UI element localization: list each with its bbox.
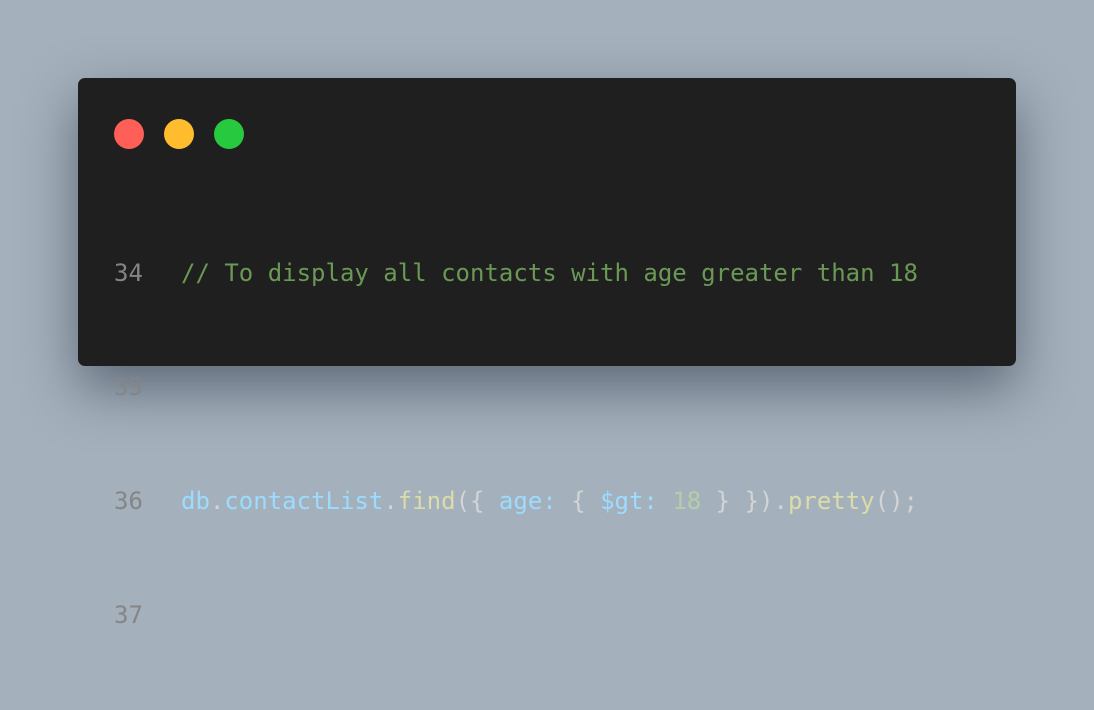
find-method-token: find (397, 487, 456, 515)
code-window: 34 // To display all contacts with age g… (78, 78, 1016, 629)
field-token: age: (498, 487, 557, 515)
close-dot-icon[interactable] (114, 119, 144, 149)
number-token: 18 (672, 487, 702, 515)
line-number: 35 (114, 373, 143, 401)
collection-token: contactList (224, 487, 384, 515)
line-number: 34 (114, 259, 143, 287)
pretty-method-token: pretty (787, 487, 875, 515)
code-line: 35 (114, 368, 918, 406)
code-statement: db.contactList.find({ age: { $gt: 18 } }… (181, 482, 918, 520)
code-block: 34 // To display all contacts with age g… (114, 178, 918, 710)
dot-token: . (209, 487, 225, 515)
dot-token: . (383, 487, 398, 515)
close-punctuation-token: } }). (701, 487, 788, 515)
maximize-dot-icon[interactable] (214, 119, 244, 149)
brace-token: { (556, 487, 601, 515)
code-comment: // To display all contacts with age grea… (181, 259, 918, 287)
db-token: db (181, 487, 210, 515)
call-end-token: (); (874, 487, 918, 515)
line-number: 37 (114, 601, 143, 629)
open-punctuation-token: ({ (455, 487, 499, 515)
line-number: 36 (114, 487, 143, 515)
operator-token: $gt: (600, 487, 658, 515)
code-line: 36 db.contactList.find({ age: { $gt: 18 … (114, 482, 918, 520)
code-line: 37 (114, 596, 918, 634)
window-controls (114, 119, 244, 149)
minimize-dot-icon[interactable] (164, 119, 194, 149)
code-line: 34 // To display all contacts with age g… (114, 254, 918, 292)
